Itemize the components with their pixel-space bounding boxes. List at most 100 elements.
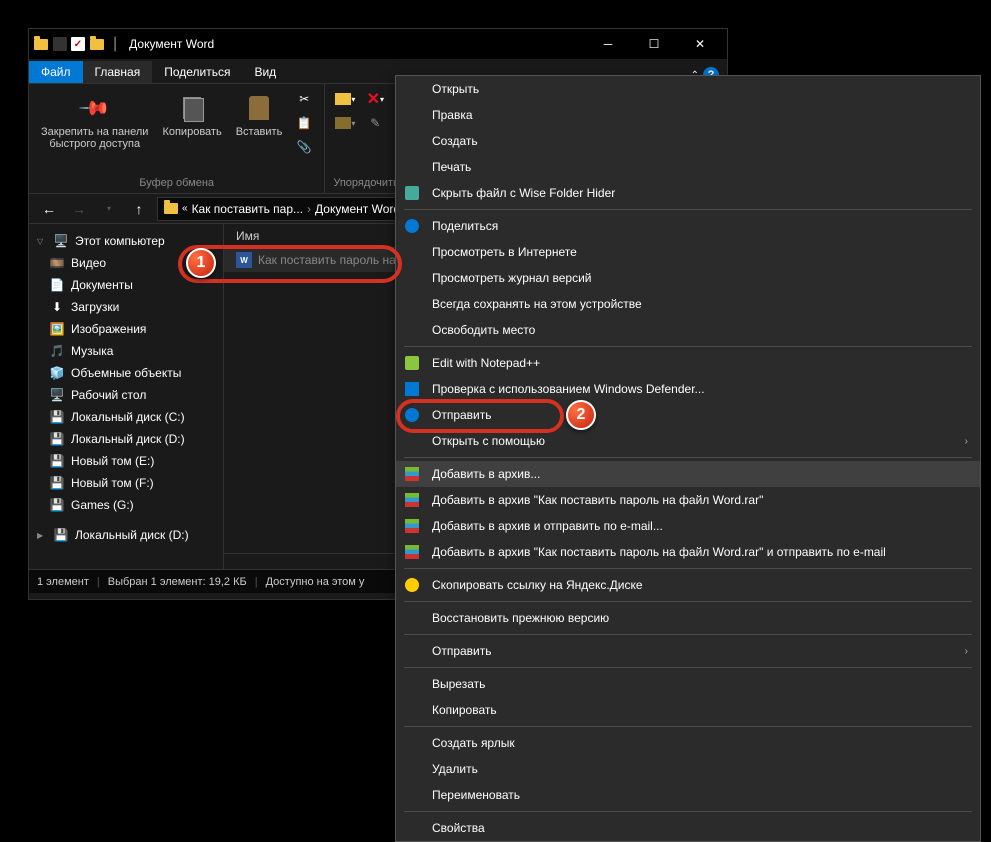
context-menu-item[interactable]: Отправить›: [396, 638, 980, 664]
sidebar-item[interactable]: 🖥️Рабочий стол: [29, 384, 223, 406]
context-menu-item[interactable]: Копировать: [396, 697, 980, 723]
context-menu-item[interactable]: Создать: [396, 128, 980, 154]
context-menu-label: Создать ярлык: [432, 736, 515, 750]
context-menu-item[interactable]: Добавить в архив и отправить по e-mail..…: [396, 513, 980, 539]
sidebar-icon: 🎵: [49, 343, 65, 359]
breadcrumb-caret[interactable]: «: [182, 203, 188, 214]
word-icon: W: [236, 252, 252, 268]
yadisk-icon: [404, 577, 420, 593]
check-icon[interactable]: ✓: [71, 37, 85, 51]
organize-label: Упорядочить: [333, 173, 398, 189]
nav-forward-button[interactable]: →: [67, 197, 91, 221]
cut-icon[interactable]: ✂: [292, 88, 316, 110]
context-menu-item[interactable]: Добавить в архив...: [396, 461, 980, 487]
context-menu: ОткрытьПравкаСоздатьПечать Скрыть файл с …: [395, 75, 981, 842]
sidebar-item-extra[interactable]: ▶ 💾 Локальный диск (D:): [29, 524, 223, 546]
tab-home[interactable]: Главная: [83, 61, 153, 83]
sidebar-icon: ⬇: [49, 299, 65, 315]
close-button[interactable]: ✕: [677, 29, 723, 59]
context-menu-item[interactable]: Проверка с использованием Windows Defend…: [396, 376, 980, 402]
context-menu-label: Всегда сохранять на этом устройстве: [432, 297, 642, 311]
context-menu-label: Добавить в архив "Как поставить пароль н…: [432, 493, 763, 507]
nav-up-button[interactable]: ↑: [127, 197, 151, 221]
context-menu-item[interactable]: Создать ярлык: [396, 730, 980, 756]
context-menu-item[interactable]: Освободить место: [396, 317, 980, 343]
sidebar-item-label: Рабочий стол: [71, 388, 146, 402]
properties-icon[interactable]: [53, 37, 67, 51]
context-menu-label: Поделиться: [432, 219, 498, 233]
qat-sep: |: [113, 35, 117, 53]
pin-icon: 📌: [72, 85, 117, 130]
copy-button[interactable]: Копировать: [158, 88, 225, 158]
context-menu-separator: [404, 667, 972, 668]
copy-icon: [176, 92, 208, 124]
sidebar-item[interactable]: 💾Локальный диск (C:): [29, 406, 223, 428]
tab-view[interactable]: Вид: [242, 61, 288, 83]
rar-icon: [404, 492, 420, 508]
sidebar-item[interactable]: 💾Новый том (E:): [29, 450, 223, 472]
paste-button[interactable]: Вставить: [232, 88, 287, 158]
context-menu-item[interactable]: Вырезать: [396, 671, 980, 697]
context-menu-item[interactable]: Переименовать: [396, 782, 980, 808]
context-menu-item[interactable]: Свойства: [396, 815, 980, 841]
sidebar-item[interactable]: 🖼️Изображения: [29, 318, 223, 340]
context-menu-label: Скрыть файл с Wise Folder Hider: [432, 186, 615, 200]
expand-icon[interactable]: ▽: [37, 237, 47, 246]
context-menu-item[interactable]: Скопировать ссылку на Яндекс.Диске: [396, 572, 980, 598]
sidebar-item[interactable]: 🧊Объемные объекты: [29, 362, 223, 384]
window-title: Документ Word: [129, 37, 214, 51]
context-menu-separator: [404, 601, 972, 602]
context-menu-item[interactable]: Открыть с помощью›: [396, 428, 980, 454]
context-menu-item[interactable]: Восстановить прежнюю версию: [396, 605, 980, 631]
move-to-icon[interactable]: ▾: [333, 88, 357, 110]
breadcrumb-part-2[interactable]: Документ Word: [315, 202, 400, 216]
sidebar-icon: 💾: [49, 431, 65, 447]
context-menu-separator: [404, 457, 972, 458]
sidebar-item-label: Объемные объекты: [71, 366, 181, 380]
sidebar-item[interactable]: ⬇Загрузки: [29, 296, 223, 318]
sidebar-item[interactable]: 💾Games (G:): [29, 494, 223, 516]
context-menu-separator: [404, 726, 972, 727]
titlebar[interactable]: ✓ | Документ Word ─ ☐ ✕: [29, 29, 727, 59]
context-menu-label: Проверка с использованием Windows Defend…: [432, 382, 705, 396]
sidebar-item[interactable]: 🎵 Музыка: [29, 340, 223, 362]
nav-back-button[interactable]: ←: [37, 197, 61, 221]
context-menu-item[interactable]: Поделиться: [396, 213, 980, 239]
sidebar-item-label: Музыка: [71, 344, 113, 358]
context-menu-item[interactable]: Правка: [396, 102, 980, 128]
context-menu-item[interactable]: Отправить: [396, 402, 980, 428]
tab-share[interactable]: Поделиться: [152, 61, 242, 83]
breadcrumb-sep: ›: [307, 202, 311, 216]
context-menu-item[interactable]: Edit with Notepad++: [396, 350, 980, 376]
breadcrumb-part-1[interactable]: Как поставить пар...: [192, 202, 303, 216]
sidebar-item[interactable]: 💾Локальный диск (D:): [29, 428, 223, 450]
context-menu-label: Переименовать: [432, 788, 520, 802]
context-menu-item[interactable]: Добавить в архив "Как поставить пароль н…: [396, 539, 980, 565]
folder-icon-2[interactable]: [89, 36, 105, 52]
context-menu-item[interactable]: Скрыть файл с Wise Folder Hider: [396, 180, 980, 206]
delete-icon[interactable]: ✕▾: [363, 88, 387, 110]
sidebar-item[interactable]: 💾Новый том (F:): [29, 472, 223, 494]
rename-icon[interactable]: ✎: [363, 112, 387, 134]
tab-file[interactable]: Файл: [29, 61, 83, 83]
paste-shortcut-icon[interactable]: 📎: [292, 136, 316, 158]
sidebar-icon: 📄: [49, 277, 65, 293]
context-menu-item[interactable]: Всегда сохранять на этом устройстве: [396, 291, 980, 317]
context-menu-item[interactable]: Просмотреть в Интернете: [396, 239, 980, 265]
nav-recent-button[interactable]: ▾: [97, 197, 121, 221]
expand-icon[interactable]: ▶: [37, 531, 47, 540]
copy-to-icon[interactable]: ▾: [333, 112, 357, 134]
context-menu-label: Отправить: [432, 408, 492, 422]
context-menu-item[interactable]: Печать: [396, 154, 980, 180]
context-menu-item[interactable]: Открыть: [396, 76, 980, 102]
minimize-button[interactable]: ─: [585, 29, 631, 59]
context-menu-item[interactable]: Добавить в архив "Как поставить пароль н…: [396, 487, 980, 513]
context-menu-item[interactable]: Просмотреть журнал версий: [396, 265, 980, 291]
sidebar-item[interactable]: 📄Документы: [29, 274, 223, 296]
copy-path-icon[interactable]: 📋: [292, 112, 316, 134]
context-menu-item[interactable]: Удалить: [396, 756, 980, 782]
window-controls: ─ ☐ ✕: [585, 29, 723, 59]
maximize-button[interactable]: ☐: [631, 29, 677, 59]
pin-button[interactable]: 📌 Закрепить на панели быстрого доступа: [37, 88, 152, 158]
share-icon: [404, 407, 420, 423]
